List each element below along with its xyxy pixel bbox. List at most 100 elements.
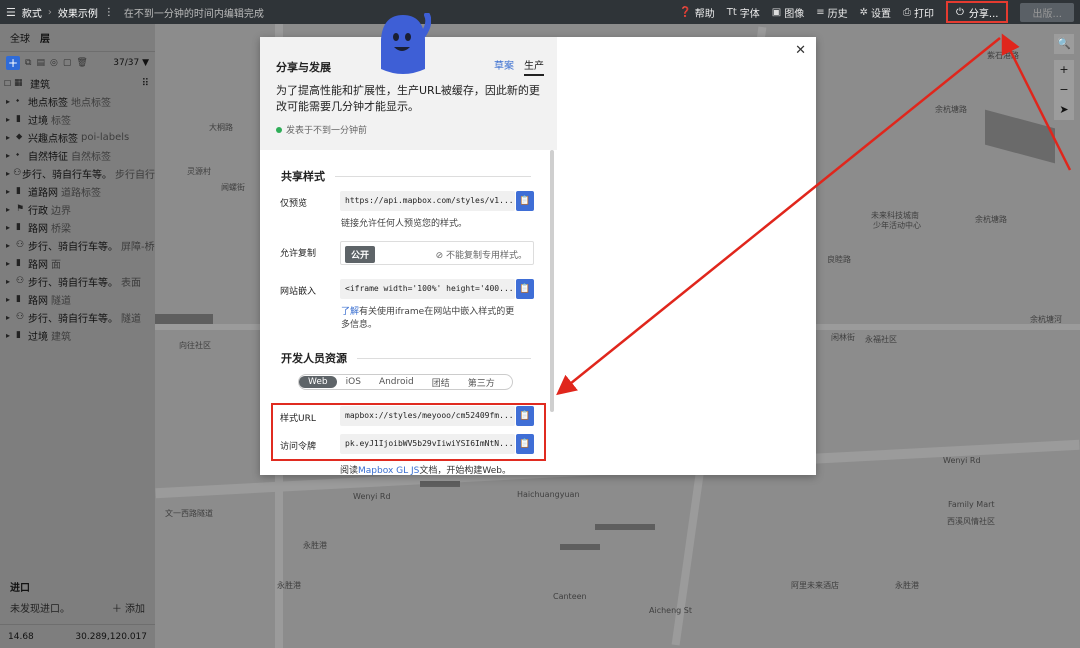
layer-item[interactable]: ▸ ⚇ 步行、骑自行车等。 屏障-桥 <box>0 236 155 254</box>
zoom-level: 14.68 <box>8 631 34 642</box>
layer-item[interactable]: ▸ ⬥ 兴趣点标签 poi-labels <box>0 128 155 146</box>
expand-arrow-icon[interactable]: ▸ <box>6 277 16 286</box>
expand-arrow-icon[interactable]: ▸ <box>6 133 16 142</box>
platform-tab-android[interactable]: Android <box>370 377 423 387</box>
layer-item[interactable]: ☐ ▦ 建筑 ⠿ <box>0 74 155 92</box>
add-import-button[interactable]: ＋ 添加 <box>112 600 145 615</box>
publish-button[interactable]: 出版... <box>1020 2 1074 22</box>
copy-label: 允许复制 <box>280 249 317 259</box>
history-button[interactable]: ≡ 历史 <box>816 5 847 20</box>
expand-arrow-icon[interactable]: ▸ <box>6 241 16 250</box>
top-bar: ☰ 款式 › 效果示例 ⋮ 在不到一分钟的时间内编辑完成 ❓ 帮助 Tt 字体 ▣ 图… <box>0 0 1080 24</box>
layer-source: 表面 <box>121 277 141 289</box>
public-option[interactable]: 公开 <box>345 246 376 263</box>
filter-icon[interactable]: ▼ <box>142 58 149 68</box>
layer-name: 自然特征 <box>28 151 68 163</box>
dev-section-title: 开发人员资源 <box>281 350 531 366</box>
trash-icon[interactable]: 🗑 <box>76 58 87 68</box>
layer-item[interactable]: ▸ ▮ 过境 建筑 <box>0 326 155 344</box>
breadcrumb-style[interactable]: 款式 <box>22 5 42 20</box>
tab-draft[interactable]: 草案 <box>494 57 514 76</box>
layer-item[interactable]: ▸ ⬩ 自然特征 自然标签 <box>0 146 155 164</box>
layer-item[interactable]: ▸ ▮ 路网 隧道 <box>0 290 155 308</box>
copy-embed-button[interactable]: 📋 <box>516 279 534 299</box>
layer-item[interactable]: ▸ ⚑ 行政 边界 <box>0 200 155 218</box>
menu-icon[interactable]: ☰ <box>6 6 16 19</box>
layer-item[interactable]: ▸ ⚇ 步行、骑自行车等。 隧道 <box>0 308 155 326</box>
expand-arrow-icon[interactable]: ▸ <box>6 313 16 322</box>
layer-name: 地点标签 <box>28 97 68 109</box>
map-label: 良睦路 <box>827 255 851 264</box>
copy-toggle[interactable]: 公开 ⊘ 不能复制专用样式。 <box>340 241 534 265</box>
copy-icon[interactable]: ▢ <box>63 58 72 68</box>
map-label: 永福社区 <box>865 335 897 344</box>
platform-tab-ios[interactable]: iOS <box>337 377 370 387</box>
expand-arrow-icon[interactable]: ▸ <box>6 97 16 106</box>
drag-handle-icon[interactable]: ⠿ <box>142 78 149 89</box>
layer-item[interactable]: ▸ ⚇ 步行、骑自行车等。 步行自行 <box>0 164 155 182</box>
expand-arrow-icon[interactable]: ▸ <box>6 169 13 178</box>
settings-button[interactable]: ✲ 设置 <box>860 5 891 20</box>
zoom-in-button[interactable]: + <box>1059 60 1068 80</box>
platform-tab-third-party[interactable]: 第三方 <box>459 376 504 389</box>
layer-name: 路网 <box>28 259 48 271</box>
layer-source: 桥梁 <box>51 223 71 235</box>
checkbox-icon[interactable]: ☐ <box>4 79 14 88</box>
embed-code-field[interactable]: <iframe width='100%' height='400... <box>340 279 515 299</box>
layer-item[interactable]: ▸ ▮ 道路网 道路标签 <box>0 182 155 200</box>
layer-type-icon: ⚑ <box>16 204 25 214</box>
layer-item[interactable]: ▸ ▮ 路网面 <box>0 254 155 272</box>
platform-tab-unity[interactable]: 团结 <box>423 376 459 389</box>
tab-layers[interactable]: 层 <box>40 30 50 45</box>
help-button[interactable]: ❓ 帮助 <box>679 5 714 20</box>
map-label: Haichuangyuan <box>517 490 580 499</box>
close-icon[interactable]: ✕ <box>795 43 806 58</box>
layer-item[interactable]: ▸ ▮ 过境 标签 <box>0 110 155 128</box>
layer-count: 37/37 ▼ <box>113 58 149 68</box>
layer-item[interactable]: ▸ ⬩ 地点标签 地点标签 <box>0 92 155 110</box>
modal-scrollbar[interactable] <box>550 150 554 412</box>
more-options-icon[interactable]: ⋮ <box>104 7 114 18</box>
print-button[interactable]: ⎙ 打印 <box>903 5 934 20</box>
expand-arrow-icon[interactable]: ▸ <box>6 259 16 268</box>
expand-arrow-icon[interactable]: ▸ <box>6 187 16 196</box>
preview-url-field[interactable]: https://api.mapbox.com/styles/v1... <box>340 191 515 211</box>
map-label: 灵源村 <box>187 167 211 176</box>
fonts-button[interactable]: Tt 字体 <box>727 5 760 20</box>
learn-more-link[interactable]: 了解 <box>341 307 359 317</box>
platform-tab-web[interactable]: Web <box>299 376 337 388</box>
breadcrumb-example[interactable]: 效果示例 <box>58 5 98 20</box>
expand-arrow-icon[interactable]: ▸ <box>6 205 16 214</box>
layer-item[interactable]: ▸ ▮ 路网 桥梁 <box>0 218 155 236</box>
expand-arrow-icon[interactable]: ▸ <box>6 223 16 232</box>
map-status: 14.68 30.289,120.017 <box>0 624 155 648</box>
map-label: 文一西路隧道 <box>165 509 213 518</box>
expand-arrow-icon[interactable]: ▸ <box>6 115 16 124</box>
history-icon: ≡ <box>816 6 825 18</box>
share-button[interactable]: ⏻ 分享... <box>945 1 1009 23</box>
visibility-icon[interactable]: ◎ <box>50 58 58 68</box>
images-button[interactable]: ▣ 图像 <box>772 5 804 20</box>
layer-item[interactable]: ▸ ⚇ 步行、骑自行车等。 表面 <box>0 272 155 290</box>
expand-arrow-icon[interactable]: ▸ <box>6 295 16 304</box>
copy-preview-button[interactable]: 📋 <box>516 191 534 211</box>
expand-arrow-icon[interactable]: ▸ <box>6 331 16 340</box>
group-icon[interactable]: ▤ <box>36 58 45 68</box>
map-search-control[interactable]: 🔍 <box>1054 34 1074 54</box>
tab-global[interactable]: 全球 <box>10 30 30 45</box>
mapbox-gl-js-link[interactable]: Mapbox GL JS <box>358 466 419 475</box>
expand-arrow-icon[interactable]: ▸ <box>6 151 16 160</box>
imports-section: 进口 未发现进口。 ＋ 添加 <box>0 579 155 615</box>
settings-label: 设置 <box>870 8 891 20</box>
tab-production[interactable]: 生产 <box>524 57 544 76</box>
map-coordinates: 30.289,120.017 <box>75 631 147 642</box>
add-layer-button[interactable]: + <box>6 56 20 70</box>
map-label: 西溪风情社区 <box>947 517 995 526</box>
layer-name: 过境 <box>28 331 48 343</box>
search-icon[interactable]: 🔍 <box>1057 34 1071 54</box>
compass-icon[interactable]: ➤ <box>1059 100 1068 120</box>
layer-source: 步行自行 <box>115 169 155 181</box>
private-option[interactable]: ⊘ 不能复制专用样式。 <box>436 248 527 261</box>
zoom-out-button[interactable]: − <box>1059 80 1068 100</box>
duplicate-icon[interactable]: ⧉ <box>25 58 31 68</box>
